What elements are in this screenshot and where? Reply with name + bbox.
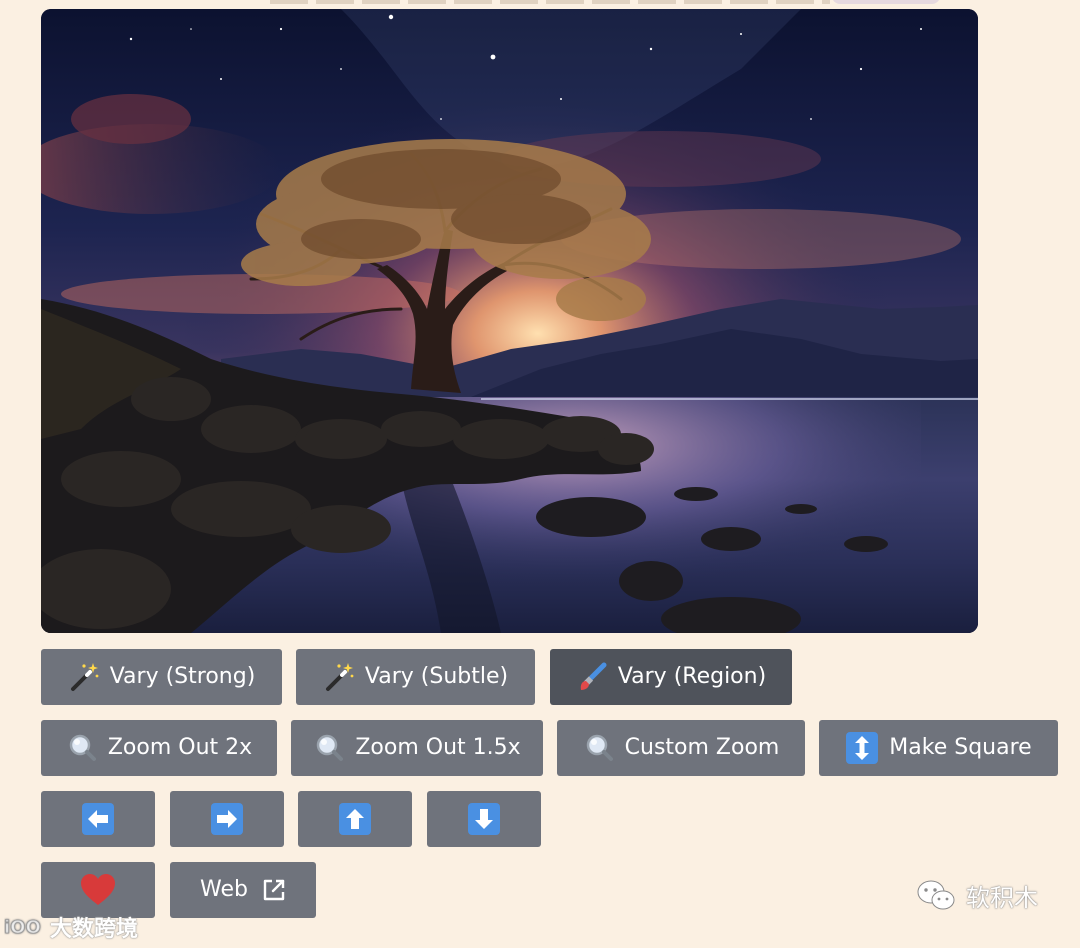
pan-up-button[interactable] [298, 791, 412, 847]
arrow-up-icon [338, 802, 372, 836]
custom-zoom-label: Custom Zoom [624, 735, 780, 760]
pan-down-button[interactable] [427, 791, 541, 847]
watermark-left: iOO 大数跨境 [4, 912, 138, 942]
magnifier-icon [583, 732, 615, 764]
magnifier-icon [66, 732, 98, 764]
favorite-button[interactable] [41, 862, 155, 918]
magic-wand-icon [68, 661, 100, 693]
watermark-left-text: 大数跨境 [50, 917, 139, 942]
make-square-button[interactable]: Make Square [819, 720, 1058, 776]
arrow-left-icon [81, 802, 115, 836]
vary-subtle-button[interactable]: Vary (Subtle) [296, 649, 535, 705]
pan-right-button[interactable] [170, 791, 284, 847]
paintbrush-icon [576, 661, 608, 693]
svg-text:iOO: iOO [4, 917, 41, 938]
zoom-out-1-5x-label: Zoom Out 1.5x [355, 735, 521, 760]
vary-subtle-label: Vary (Subtle) [364, 664, 509, 689]
web-link-button[interactable]: Web [170, 862, 316, 918]
heart-icon [80, 873, 116, 907]
pan-left-button[interactable] [41, 791, 155, 847]
arrow-down-icon [467, 802, 501, 836]
custom-zoom-button[interactable]: Custom Zoom [557, 720, 805, 776]
cropped-mention-pill [832, 0, 940, 4]
make-square-label: Make Square [889, 735, 1032, 760]
up-down-arrow-icon [845, 731, 879, 765]
watermark-right-text: 软积木 [966, 884, 1038, 912]
vary-region-label: Vary (Region) [617, 664, 767, 689]
cropped-prompt-text [270, 0, 830, 4]
cropped-message-text [270, 0, 940, 6]
zoom-out-1-5x-button[interactable]: Zoom Out 1.5x [291, 720, 543, 776]
vary-strong-button[interactable]: Vary (Strong) [41, 649, 282, 705]
zoom-out-2x-button[interactable]: Zoom Out 2x [41, 720, 277, 776]
vary-region-button[interactable]: Vary (Region) [550, 649, 792, 705]
zoom-out-2x-label: Zoom Out 2x [107, 735, 253, 760]
arrow-right-icon [210, 802, 244, 836]
vary-strong-label: Vary (Strong) [109, 664, 256, 689]
watermark-logo-icon: iOO [4, 917, 41, 939]
wechat-icon [917, 880, 955, 909]
watermark-right: 软积木 [916, 878, 1038, 913]
web-label: Web [200, 877, 248, 902]
magic-wand-icon [323, 661, 355, 693]
external-link-icon [262, 878, 286, 902]
generated-image[interactable] [41, 9, 978, 633]
landscape-illustration [41, 9, 978, 633]
magnifier-icon [313, 732, 345, 764]
